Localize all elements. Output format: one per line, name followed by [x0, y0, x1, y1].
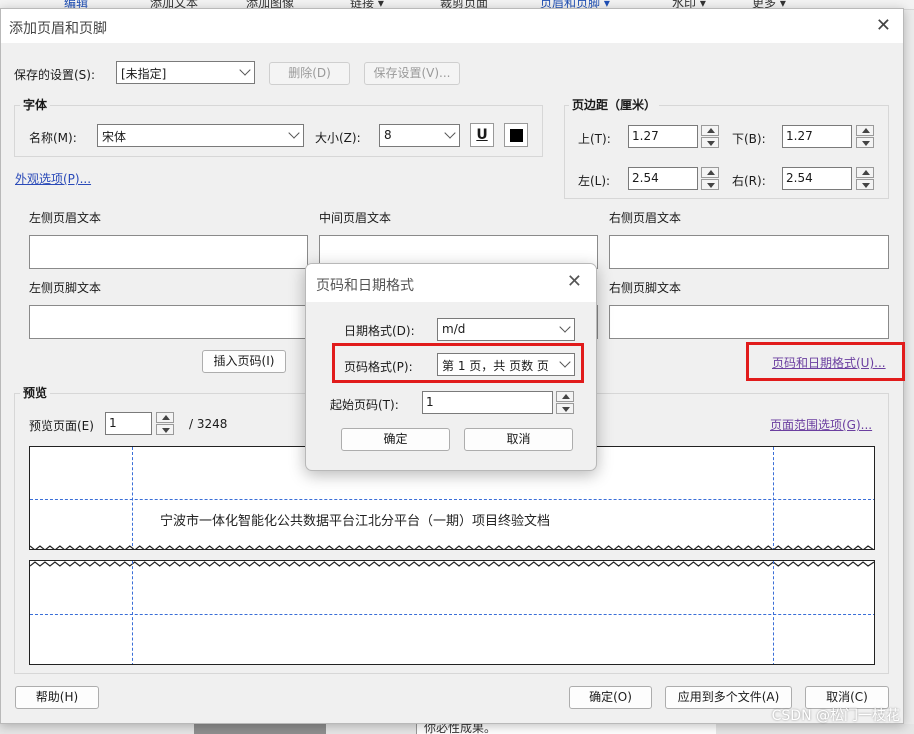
close-icon[interactable]: ✕: [876, 15, 891, 36]
stepper-up-icon[interactable]: [156, 412, 174, 423]
start-page-stepper[interactable]: [556, 391, 574, 414]
margin-right-label: 右(R):: [732, 174, 766, 188]
save-settings-button[interactable]: 保存设置(V)...: [364, 62, 460, 85]
preview-footer-page: [29, 560, 875, 665]
left-header-label: 左侧页眉文本: [29, 211, 102, 225]
margin-guide: [132, 561, 133, 664]
stepper-up-icon[interactable]: [556, 391, 574, 402]
margin-top-field[interactable]: 1.27: [628, 125, 698, 148]
start-page-field[interactable]: 1: [422, 391, 553, 414]
right-header-input[interactable]: [609, 235, 889, 269]
underline-button[interactable]: U: [470, 123, 494, 147]
preview-page-field[interactable]: 1: [105, 412, 152, 435]
modal-titlebar: 页码和日期格式 ✕: [306, 264, 596, 302]
margin-left-label: 左(L):: [578, 174, 611, 188]
help-button[interactable]: 帮助(H): [15, 686, 99, 709]
modal-title: 页码和日期格式: [316, 278, 414, 294]
center-header-label: 中间页眉文本: [319, 211, 392, 225]
color-swatch: [510, 129, 523, 142]
margin-left-stepper[interactable]: [701, 167, 719, 190]
insert-page-number-button[interactable]: 插入页码(I): [202, 350, 286, 373]
font-size-select[interactable]: 8: [379, 124, 460, 147]
appearance-options-link[interactable]: 外观选项(P)...: [15, 170, 91, 187]
page-format-highlight: [332, 343, 584, 383]
saved-settings-label: 保存的设置(S):: [14, 68, 96, 82]
dialog-title: 添加页眉和页脚: [9, 21, 107, 37]
stepper-down-icon[interactable]: [856, 179, 874, 190]
margin-bottom-stepper[interactable]: [856, 125, 874, 148]
font-name-label: 名称(M):: [29, 131, 77, 145]
dialog-titlebar: 添加页眉和页脚 ✕: [1, 9, 903, 43]
start-page-label: 起始页码(T):: [330, 398, 399, 412]
margin-left-field[interactable]: 2.54: [628, 167, 698, 190]
date-format-label: 日期格式(D):: [344, 324, 415, 338]
left-footer-input[interactable]: [29, 305, 308, 339]
margin-right-stepper[interactable]: [856, 167, 874, 190]
modal-ok-button[interactable]: 确定: [341, 428, 450, 451]
page-break-edge: [30, 545, 874, 549]
margin-left-value: 2.54: [632, 171, 659, 185]
left-header-input[interactable]: [29, 235, 308, 269]
stepper-down-icon[interactable]: [556, 403, 574, 414]
chevron-down-icon: [444, 127, 456, 139]
background-panel: [194, 724, 326, 734]
preview-header-text: 宁波市一体化智能化公共数据平台江北分平台（一期）项目终验文档: [160, 514, 551, 529]
font-name-select[interactable]: 宋体: [97, 124, 304, 147]
left-footer-label: 左侧页脚文本: [29, 281, 102, 295]
page-date-format-modal: 页码和日期格式 ✕ 日期格式(D): m/d 页码格式(P): 第 1 页，共 …: [305, 263, 597, 471]
stepper-down-icon[interactable]: [701, 179, 719, 190]
preview-page-label: 预览页面(E): [29, 419, 94, 433]
start-page-value: 1: [426, 395, 434, 409]
close-icon[interactable]: ✕: [567, 271, 582, 292]
saved-settings-select[interactable]: [未指定]: [116, 61, 255, 84]
chevron-down-icon: [559, 321, 571, 333]
margin-right-field[interactable]: 2.54: [782, 167, 852, 190]
delete-button[interactable]: 删除(D): [269, 62, 350, 85]
stepper-down-icon[interactable]: [856, 137, 874, 148]
date-format-value: m/d: [442, 322, 466, 336]
margin-bottom-label: 下(B):: [732, 132, 766, 146]
watermark: CSDN @松门一枝花: [771, 708, 900, 724]
chevron-down-icon: [239, 64, 251, 76]
stepper-up-icon[interactable]: [856, 125, 874, 136]
preview-group-title: 预览: [20, 384, 51, 401]
stepper-up-icon[interactable]: [701, 125, 719, 136]
margin-top-label: 上(T):: [578, 132, 611, 146]
stepper-up-icon[interactable]: [856, 167, 874, 178]
stepper-down-icon[interactable]: [701, 137, 719, 148]
right-header-label: 右侧页眉文本: [609, 211, 682, 225]
preview-total-pages: / 3248: [189, 417, 228, 431]
page-range-options-link[interactable]: 页面范围选项(G)...: [770, 416, 872, 433]
margin-bottom-field[interactable]: 1.27: [782, 125, 852, 148]
preview-page-value: 1: [109, 416, 117, 430]
margin-guide: [30, 614, 874, 615]
chevron-down-icon: [288, 127, 300, 139]
background-document-area: 你必性成果。: [0, 721, 914, 734]
font-name-value: 宋体: [102, 130, 127, 144]
stepper-up-icon[interactable]: [701, 167, 719, 178]
margin-right-value: 2.54: [786, 171, 813, 185]
font-group-title: 字体: [20, 96, 51, 113]
page-break-edge: [30, 561, 874, 567]
right-footer-input[interactable]: [609, 305, 889, 339]
margin-top-value: 1.27: [632, 129, 659, 143]
margin-guide: [30, 499, 874, 500]
font-color-button[interactable]: [504, 123, 528, 147]
font-size-label: 大小(Z):: [315, 131, 361, 145]
margin-guide: [773, 561, 774, 664]
preview-page-stepper[interactable]: [156, 412, 174, 435]
stepper-down-icon[interactable]: [156, 424, 174, 435]
modal-cancel-button[interactable]: 取消: [464, 428, 573, 451]
page-date-format-highlight: [746, 342, 905, 381]
font-size-value: 8: [384, 128, 392, 142]
margins-group-title: 页边距（厘米）: [569, 96, 660, 113]
margin-top-stepper[interactable]: [701, 125, 719, 148]
date-format-select[interactable]: m/d: [437, 318, 575, 341]
ok-button[interactable]: 确定(O): [569, 686, 652, 709]
saved-settings-value: [未指定]: [121, 67, 167, 81]
margin-bottom-value: 1.27: [786, 129, 813, 143]
right-footer-label: 右侧页脚文本: [609, 281, 682, 295]
